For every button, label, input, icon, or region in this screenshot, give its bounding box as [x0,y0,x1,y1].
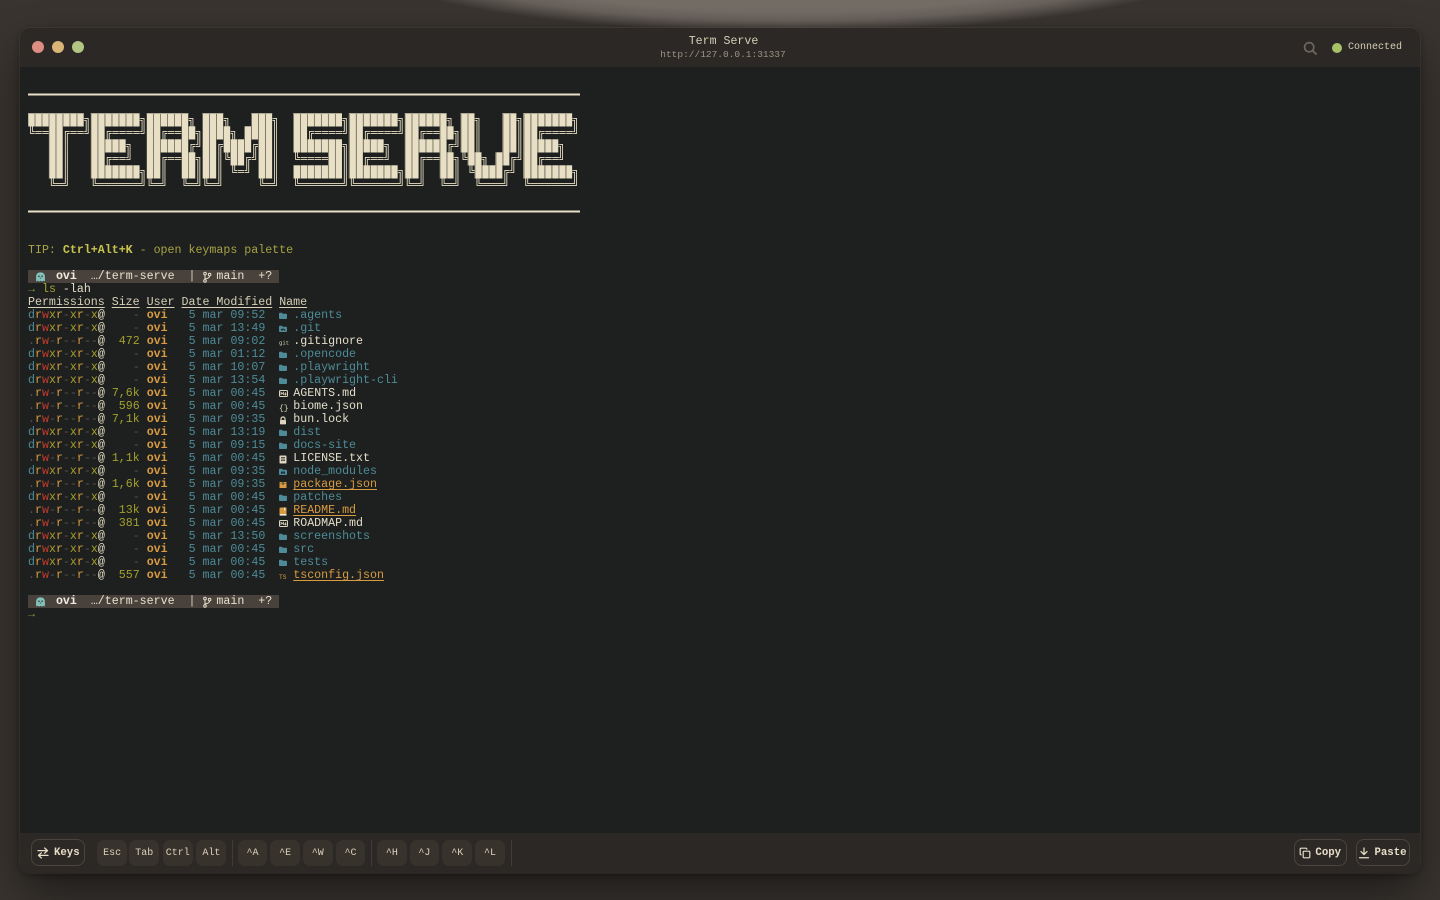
svg-text:{}: {} [279,405,288,413]
svg-text:git: git [279,340,289,347]
svg-text:TS: TS [279,574,287,580]
